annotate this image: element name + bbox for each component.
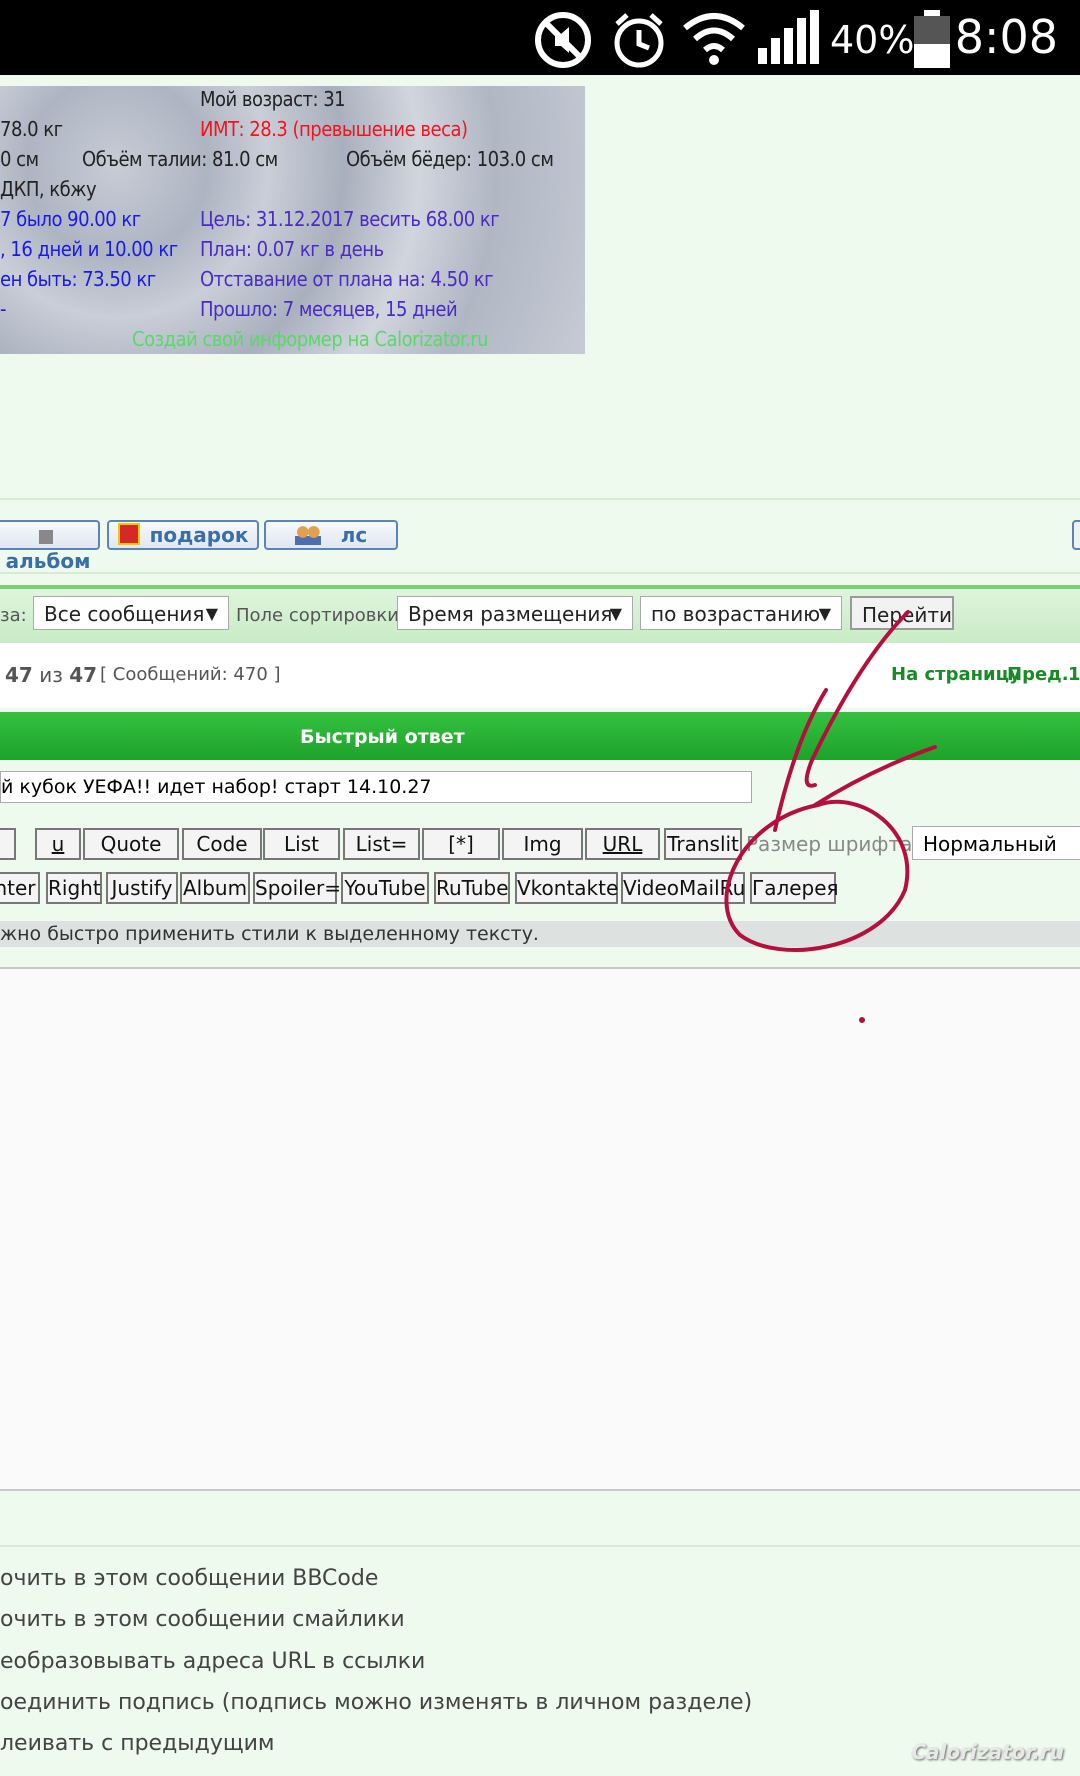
pm-button[interactable]: лс	[264, 520, 398, 550]
signal-icon	[758, 10, 819, 64]
bbcode-album-button[interactable]: Album	[180, 872, 250, 904]
option-disable-bbcode[interactable]: очить в этом сообщении BBCode	[0, 1566, 378, 1591]
page-of: из	[39, 663, 63, 687]
subject-value: й кубок УЕФА!! идет набор! старт 14.10.2…	[1, 776, 432, 798]
informer-days: , 16 дней и 10.00 кг	[0, 237, 178, 261]
battery-icon	[914, 10, 950, 68]
bbcode-youtube-button[interactable]: YouTube	[341, 872, 429, 904]
photo-icon	[39, 530, 53, 544]
bbcode-button-cut[interactable]	[0, 828, 16, 860]
informer-goal: Цель: 31.12.2017 весить 68.00 кг	[200, 207, 500, 231]
font-size-select[interactable]: Нормальный	[912, 826, 1080, 860]
sort-order-value: по возрастанию	[651, 602, 821, 626]
pm-label: лс	[340, 523, 368, 547]
page-1-link[interactable]: 1	[1068, 664, 1080, 685]
weight-informer[interactable]: Мой возраст: 31 78.0 кг ИМТ: 28.3 (превы…	[0, 86, 585, 354]
option-disable-smilies[interactable]: очить в этом сообщении смайлики	[0, 1607, 405, 1632]
gift-icon	[117, 523, 140, 545]
sort-bar: за: Все сообщения ▼ Поле сортировки Время…	[0, 585, 1080, 646]
bbcode-list-ordered-button[interactable]: List=	[343, 828, 420, 860]
informer-dash: -	[0, 297, 7, 321]
subject-input[interactable]: й кубок УЕФА!! идет набор! старт 14.10.2…	[0, 771, 752, 803]
divider	[0, 1545, 1080, 1547]
option-merge-previous[interactable]: леивать с предыдущим	[0, 1731, 275, 1756]
total-pages: 47	[69, 663, 98, 687]
profile-button-edge[interactable]	[1072, 520, 1080, 550]
divider	[0, 498, 1080, 500]
dropdown-arrow-icon: ▼	[205, 604, 218, 623]
bbcode-right-button[interactable]: Right	[46, 872, 102, 904]
informer-bmi: ИМТ: 28.3 (превышение веса)	[200, 117, 468, 141]
dropdown-arrow-icon: ▼	[609, 604, 622, 623]
bbcode-underline-button[interactable]: u	[35, 828, 81, 860]
gift-label: подарок	[149, 523, 249, 547]
to-page-label: На страницу	[891, 664, 1021, 685]
prev-page-link[interactable]: Пред.	[1007, 664, 1069, 685]
sort-field-value: Время размещения	[408, 602, 613, 626]
clock: 8:08	[954, 10, 1058, 64]
informer-create-link[interactable]: Создай свой информер на Calorizator.ru	[132, 327, 489, 351]
informer-height: 0 см	[0, 147, 39, 171]
bbcode-list-item-button[interactable]: [*]	[422, 828, 500, 860]
sort-order-select[interactable]: по возрастанию ▼	[640, 596, 842, 630]
option-attach-signature[interactable]: оединить подпись (подпись можно изменять…	[0, 1690, 752, 1715]
bbcode-center-button[interactable]: nter	[0, 872, 40, 904]
informer-lag: Отставание от плана на: 4.50 кг	[200, 267, 494, 291]
go-button[interactable]: Перейти	[850, 596, 954, 630]
mute-icon	[535, 12, 591, 68]
sort-field-label: Поле сортировки	[236, 605, 399, 626]
informer-should: ен быть: 73.50 кг	[0, 267, 156, 291]
bbcode-vkontakte-button[interactable]: Vkontakte	[515, 872, 618, 904]
hint-text: жно быстро применить стили к выделенному…	[0, 923, 539, 945]
wifi-icon	[683, 13, 745, 65]
informer-was: 7 было 90.00 кг	[0, 207, 141, 231]
pagination-bar: 47 из 47 [ Сообщений: 470 ] На страницу …	[0, 643, 1080, 708]
dropdown-arrow-icon: ▼	[818, 604, 831, 623]
quick-reply-title: Быстрый ответ	[300, 726, 465, 748]
informer-bju: ДКП, кбжу	[0, 177, 97, 201]
message-textarea[interactable]	[0, 967, 1080, 1491]
bbcode-url-button[interactable]: URL	[585, 828, 660, 860]
users-icon	[294, 525, 321, 545]
bbcode-img-button[interactable]: Img	[502, 828, 583, 860]
informer-age: Мой возраст: 31	[200, 87, 346, 111]
divider	[0, 572, 1080, 574]
bbcode-justify-button[interactable]: Justify	[106, 872, 178, 904]
informer-passed: Прошло: 7 месяцев, 15 дней	[200, 297, 458, 321]
bbcode-hint: жно быстро применить стили к выделенному…	[0, 921, 1080, 947]
album-label: альбом	[5, 549, 91, 573]
bbcode-translit-button[interactable]: Translit	[664, 828, 742, 860]
alarm-icon	[614, 13, 664, 68]
font-size-label: Размер шрифта:	[746, 832, 920, 856]
bbcode-list-button[interactable]: List	[263, 828, 340, 860]
album-button[interactable]: альбом	[0, 520, 100, 573]
bbcode-quote-button[interactable]: Quote	[83, 828, 179, 860]
informer-weight: 78.0 кг	[0, 117, 63, 141]
bbcode-rutube-button[interactable]: RuTube	[434, 872, 510, 904]
gift-button[interactable]: подарок	[107, 520, 259, 550]
message-count: [ Сообщений: 470 ]	[100, 664, 281, 685]
option-magic-urls[interactable]: еобразовывать адреса URL в ссылки	[0, 1649, 425, 1674]
bbcode-videomailru-button[interactable]: VideoMailRu	[621, 872, 745, 904]
sort-field-select[interactable]: Время размещения ▼	[397, 596, 633, 630]
current-page: 47	[5, 663, 33, 687]
status-bar: 40% 8:08	[0, 0, 1080, 75]
informer-waist: Объём талии: 81.0 см	[82, 147, 278, 171]
bbcode-gallery-button[interactable]: Галерея	[750, 872, 839, 904]
battery-percent: 40%	[830, 18, 915, 62]
filter-select[interactable]: Все сообщения ▼	[33, 596, 229, 630]
bbcode-spoiler-button[interactable]: Spoiler=	[253, 872, 341, 904]
filter-value: Все сообщения	[44, 602, 205, 626]
informer-hips: Объём бёдер: 103.0 см	[346, 147, 554, 171]
go-button-label: Перейти	[862, 603, 952, 627]
filter-label: за:	[0, 605, 27, 626]
quick-reply-header: Быстрый ответ	[0, 712, 1080, 760]
informer-plan: План: 0.07 кг в день	[200, 237, 384, 261]
bbcode-code-button[interactable]: Code	[182, 828, 262, 860]
font-size-value: Нормальный	[923, 832, 1057, 856]
watermark: Calorizator.ru	[911, 1740, 1064, 1764]
